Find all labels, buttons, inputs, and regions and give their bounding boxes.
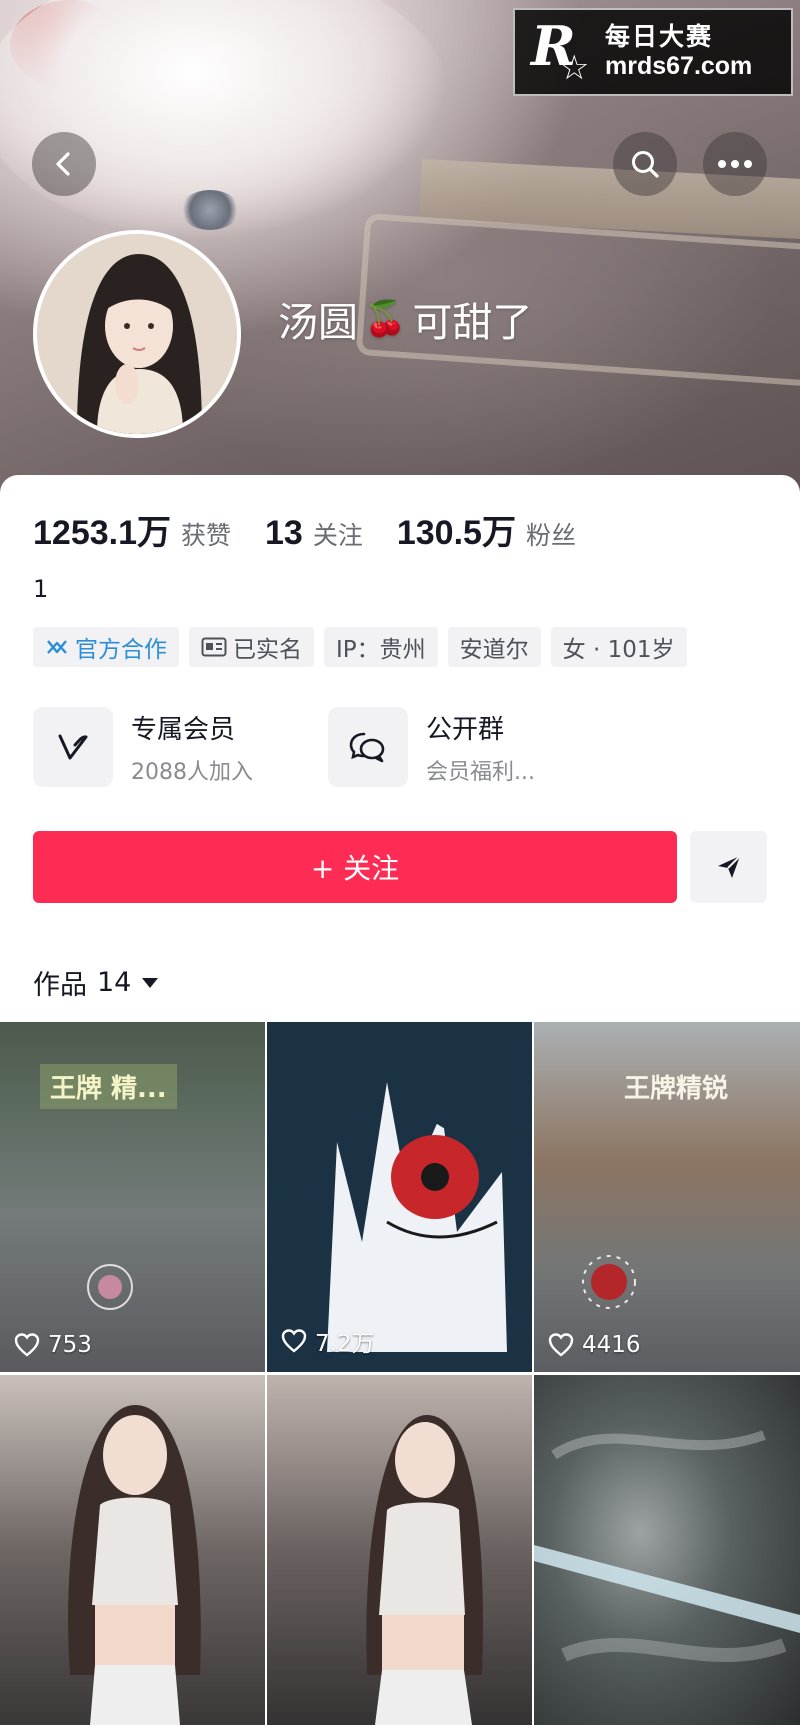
stat-label: 关注: [312, 521, 363, 550]
watermark-url: mrds67.com: [605, 52, 753, 80]
game-emblem-icon: [87, 1264, 133, 1310]
video-thumbnail[interactable]: [267, 1375, 532, 1725]
feature-title: 公开群: [426, 714, 505, 745]
stat-value: 130.5万: [396, 514, 516, 552]
profile-nickname: 汤圆 🍒 可甜了: [278, 290, 532, 348]
id-card-icon: [201, 637, 227, 657]
video-thumbnail[interactable]: 王牌精锐 4416: [534, 1022, 800, 1372]
stat-label: 获赞: [181, 521, 232, 550]
watermark-brand: 每日大赛: [605, 22, 714, 52]
video-grid: 王牌 精... 753 7.2万 王牌精锐 4416: [0, 1022, 800, 1725]
stat-label: 粉丝: [525, 521, 576, 550]
tag-label: 安道尔: [459, 637, 529, 663]
video-overlay-title: 王牌精锐: [624, 1074, 729, 1104]
video-thumbnail[interactable]: 7.2万: [267, 1022, 532, 1372]
search-button[interactable]: [613, 132, 677, 196]
avatar-portrait: [37, 234, 237, 434]
bio-text: 1: [33, 575, 49, 603]
video-overlay-title: 王牌 精...: [40, 1064, 177, 1109]
cover-cat-eye: [180, 190, 240, 230]
search-icon: [632, 151, 659, 178]
tag-ip-location: IP：贵州: [324, 627, 438, 667]
heart-icon: [281, 1329, 307, 1353]
feature-subtitle: 会员福利...: [426, 759, 535, 785]
works-tab[interactable]: 作品 14: [33, 963, 159, 1002]
stat-likes[interactable]: 1253.1万 获赞: [33, 505, 231, 554]
feature-public-group[interactable]: 公开群 会员福利...: [328, 707, 623, 787]
video-thumbnail[interactable]: 王牌 精... 753: [0, 1022, 265, 1372]
feature-exclusive-membership[interactable]: 专属会员 2088人加入: [33, 707, 328, 787]
avatar[interactable]: [33, 230, 241, 438]
caret-down-icon: [142, 977, 159, 988]
dancer-figure: [68, 1405, 201, 1725]
site-watermark: R ☆ 每日大赛 mrds67.com: [513, 8, 793, 96]
game-emblem-icon: [582, 1255, 636, 1309]
tag-verified[interactable]: 已实名: [189, 627, 314, 667]
katana-smoke-art: [534, 1430, 800, 1662]
nickname-suffix: 可甜了: [412, 300, 533, 346]
heart-icon: [14, 1333, 40, 1357]
profile-cover: R ☆ 每日大赛 mrds67.com 汤圆 🍒 可甜了: [0, 0, 800, 500]
video-likes: 753: [14, 1332, 92, 1358]
tag-label: 已实名: [233, 637, 302, 663]
tag-region: 安道尔: [447, 627, 541, 667]
nickname-text: 汤圆: [278, 300, 358, 346]
official-partner-icon: [45, 636, 69, 658]
likes-count: 7.2万: [315, 1331, 375, 1357]
follow-button[interactable]: + 关注: [33, 831, 677, 903]
anime-eye-art: [327, 1082, 507, 1352]
tag-label: IP：贵州: [336, 637, 426, 663]
likes-count: 753: [48, 1332, 92, 1358]
stat-value: 13: [265, 514, 303, 552]
back-button[interactable]: [32, 132, 96, 196]
feature-subtitle: 2088人加入: [131, 759, 253, 785]
works-label: 作品: [33, 970, 87, 1001]
stat-followers[interactable]: 130.5万 粉丝: [397, 505, 576, 554]
tag-label: 女 · 101岁: [562, 637, 675, 663]
tag-official-partner[interactable]: 官方合作: [33, 627, 179, 667]
dancer-figure: [366, 1415, 483, 1725]
watermark-logo: R ☆: [531, 14, 590, 88]
more-dots-icon: [718, 160, 752, 168]
video-thumbnail[interactable]: [534, 1375, 800, 1725]
more-options-button[interactable]: [703, 132, 767, 196]
heart-icon: [548, 1333, 574, 1357]
likes-count: 4416: [582, 1332, 641, 1358]
video-thumbnail[interactable]: [0, 1375, 265, 1725]
paper-plane-icon: [717, 855, 741, 878]
chevron-left-icon: [56, 152, 70, 176]
stat-value: 1253.1万: [33, 514, 171, 552]
tag-row: 官方合作 已实名 IP：贵州 安道尔 女 · 101岁: [33, 627, 687, 667]
tag-gender-age: 女 · 101岁: [550, 627, 687, 667]
video-likes: 4416: [548, 1332, 641, 1358]
tag-label: 官方合作: [75, 637, 167, 663]
send-message-button[interactable]: [690, 831, 767, 903]
v-member-icon: [33, 707, 113, 787]
stats-row: 1253.1万 获赞 13 关注 130.5万 粉丝: [33, 505, 610, 554]
video-likes: 7.2万: [281, 1324, 375, 1358]
feature-title: 专属会员: [131, 714, 236, 745]
stat-following[interactable]: 13 关注: [265, 514, 363, 553]
chat-bubbles-icon: [328, 707, 408, 787]
cherry-emoji: 🍒: [364, 299, 407, 339]
works-count: 14: [97, 967, 132, 998]
feature-row: 专属会员 2088人加入 公开群 会员福利...: [33, 707, 623, 787]
